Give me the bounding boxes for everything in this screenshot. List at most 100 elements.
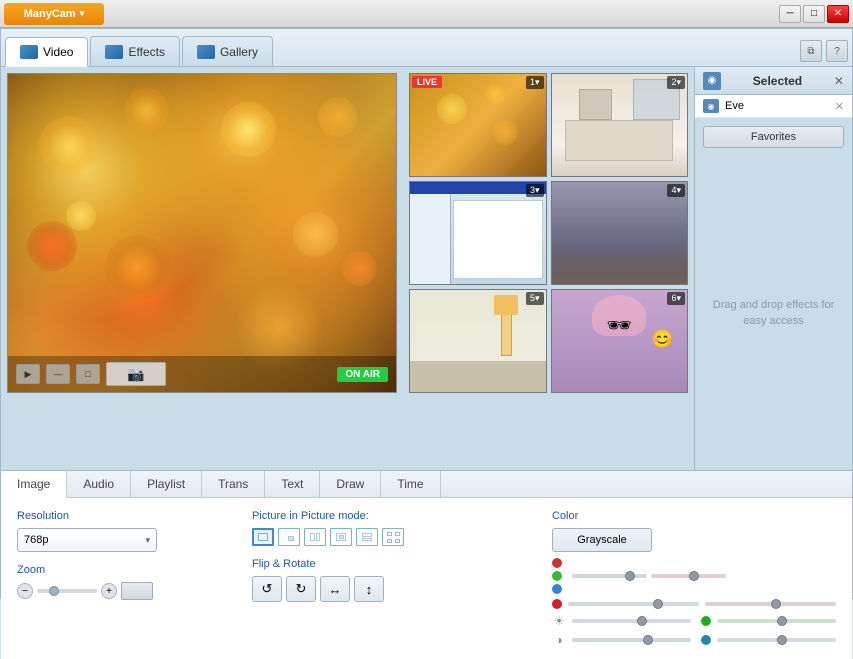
resolution-select-arrow: ▾ bbox=[145, 535, 150, 546]
favorites-button[interactable]: Favorites bbox=[703, 126, 844, 148]
btab-time[interactable]: Time bbox=[381, 471, 440, 497]
restore-button[interactable]: ⧉ bbox=[800, 40, 822, 62]
minimize-button[interactable]: ─ bbox=[779, 5, 801, 23]
tab-video-label: Video bbox=[43, 45, 73, 59]
red2-slider-thumb[interactable] bbox=[653, 599, 663, 609]
selected-item-name: Eve bbox=[725, 100, 829, 112]
video-snapshot-button[interactable]: □ bbox=[76, 364, 100, 384]
flip-horizontal-button[interactable]: ↔ bbox=[320, 576, 350, 602]
tab-effects[interactable]: Effects bbox=[90, 36, 179, 66]
rotate-right-button[interactable]: ↻ bbox=[286, 576, 316, 602]
controls-panel: Resolution 768p ▾ Zoom − + Picture in Pi bbox=[1, 498, 852, 659]
app-name: ManyCam bbox=[24, 8, 76, 20]
cyan-dot bbox=[701, 635, 711, 645]
color-slider-row-rgb bbox=[552, 558, 836, 594]
brightness-slider-thumb[interactable] bbox=[637, 616, 647, 626]
app-logo[interactable]: ManyCam bbox=[4, 3, 104, 25]
cyan-right-thumb[interactable] bbox=[777, 635, 787, 645]
thumbnail-3[interactable]: 3▾ bbox=[409, 181, 547, 285]
red2-right-thumb[interactable] bbox=[771, 599, 781, 609]
zoom-controls: − + bbox=[17, 582, 232, 600]
thumbnail-1[interactable]: LIVE 1▾ bbox=[409, 73, 547, 177]
blue-dot bbox=[552, 584, 562, 594]
pip-grid-button[interactable] bbox=[382, 528, 404, 546]
snapshot-button[interactable]: 📷 bbox=[106, 362, 166, 386]
btab-text[interactable]: Text bbox=[265, 471, 320, 497]
tab-bar: Video Effects Gallery ⧉ ? bbox=[1, 29, 852, 67]
cyan-slider-right[interactable] bbox=[717, 638, 836, 642]
bottom-section: Image Audio Playlist Trans Text Draw Tim… bbox=[1, 470, 852, 659]
zoom-minus-button[interactable]: − bbox=[17, 583, 33, 599]
color-label: Color bbox=[552, 510, 836, 522]
btab-trans[interactable]: Trans bbox=[202, 471, 265, 497]
thumbnails-grid: LIVE 1▾ 2▾ 3▾ 4▾ bbox=[403, 67, 694, 399]
red-slider-thumb[interactable] bbox=[625, 571, 635, 581]
thumb-2-badge: 2▾ bbox=[667, 76, 685, 89]
green-right-thumb[interactable] bbox=[777, 616, 787, 626]
thumb-6-badge: 6▾ bbox=[667, 292, 685, 305]
rotate-left-button[interactable]: ↺ bbox=[252, 576, 282, 602]
thumb-5-badge: 5▾ bbox=[526, 292, 544, 305]
red2-slider-right[interactable] bbox=[705, 602, 836, 606]
red-slider-right[interactable] bbox=[651, 574, 726, 578]
zoom-plus-button[interactable]: + bbox=[101, 583, 117, 599]
thumb-4-badge: 4▾ bbox=[667, 184, 685, 197]
btab-image[interactable]: Image bbox=[1, 471, 67, 498]
right-panel: ◉ Selected ✕ ◉ Eve ✕ Favorites Drag and … bbox=[694, 67, 852, 470]
thumbnail-5[interactable]: 5▾ bbox=[409, 289, 547, 393]
item-eye-icon: ◉ bbox=[703, 99, 719, 113]
btab-playlist[interactable]: Playlist bbox=[131, 471, 202, 497]
toolbar-right: ⧉ ? bbox=[800, 40, 848, 66]
color-sliders: ☀ ◑ bbox=[552, 558, 836, 647]
pip-half-button[interactable] bbox=[356, 528, 378, 546]
red-slider-right-thumb[interactable] bbox=[689, 571, 699, 581]
btab-draw[interactable]: Draw bbox=[320, 471, 381, 497]
green-dot bbox=[552, 571, 562, 581]
thumbnail-6[interactable]: 🕶 😊 6▾ bbox=[551, 289, 689, 393]
selected-close-icon[interactable]: ✕ bbox=[834, 74, 844, 88]
content-area: ▶ — □ 📷 ON AIR LIVE 1▾ bbox=[1, 67, 852, 470]
maximize-button[interactable]: □ bbox=[803, 5, 825, 23]
close-button[interactable]: ✕ bbox=[827, 5, 849, 23]
contrast-icon: ◑ bbox=[552, 633, 566, 647]
main-window: Video Effects Gallery ⧉ ? bbox=[0, 28, 853, 599]
main-video-preview: ▶ — □ 📷 ON AIR bbox=[7, 73, 397, 393]
red-slider-track[interactable] bbox=[572, 574, 647, 578]
green-slider-right[interactable] bbox=[717, 619, 836, 623]
on-air-badge: ON AIR bbox=[337, 367, 388, 382]
flip-buttons: ↺ ↻ ↔ ↕ bbox=[252, 576, 532, 602]
selected-title: Selected bbox=[753, 74, 802, 88]
brightness-slider-track[interactable] bbox=[572, 619, 691, 623]
pip-fullscreen-button[interactable] bbox=[252, 528, 274, 546]
tab-gallery[interactable]: Gallery bbox=[182, 36, 273, 66]
grayscale-button[interactable]: Grayscale bbox=[552, 528, 652, 552]
pip-center-button[interactable] bbox=[330, 528, 352, 546]
video-mode-button[interactable]: — bbox=[46, 364, 70, 384]
pip-buttons bbox=[252, 528, 532, 546]
pip-quarter-button[interactable] bbox=[278, 528, 300, 546]
resolution-label: Resolution bbox=[17, 510, 232, 522]
video-tab-icon bbox=[20, 45, 38, 59]
thumb-1-badge: 1▾ bbox=[526, 76, 544, 89]
contrast-slider-thumb[interactable] bbox=[643, 635, 653, 645]
resolution-group: Resolution 768p ▾ Zoom − + bbox=[17, 510, 232, 647]
flip-vertical-button[interactable]: ↕ bbox=[354, 576, 384, 602]
red2-slider-track[interactable] bbox=[568, 602, 699, 606]
color-group: Color Grayscale bbox=[552, 510, 836, 647]
resolution-select[interactable]: 768p ▾ bbox=[17, 528, 157, 552]
title-bar: ManyCam ─ □ ✕ bbox=[0, 0, 853, 28]
video-record-button[interactable]: ▶ bbox=[16, 364, 40, 384]
item-remove-icon[interactable]: ✕ bbox=[835, 100, 844, 113]
help-button[interactable]: ? bbox=[826, 40, 848, 62]
zoom-slider[interactable] bbox=[37, 589, 97, 593]
zoom-slider-thumb[interactable] bbox=[49, 586, 59, 596]
pip-side-button[interactable] bbox=[304, 528, 326, 546]
btab-audio[interactable]: Audio bbox=[67, 471, 131, 497]
thumbnail-4[interactable]: 4▾ bbox=[551, 181, 689, 285]
contrast-slider-track[interactable] bbox=[572, 638, 691, 642]
tab-video[interactable]: Video bbox=[5, 37, 88, 67]
selected-eye-icon: ◉ bbox=[703, 72, 721, 90]
bottom-tabs: Image Audio Playlist Trans Text Draw Tim… bbox=[1, 471, 852, 498]
thumbnail-2[interactable]: 2▾ bbox=[551, 73, 689, 177]
zoom-handle[interactable] bbox=[121, 582, 153, 600]
